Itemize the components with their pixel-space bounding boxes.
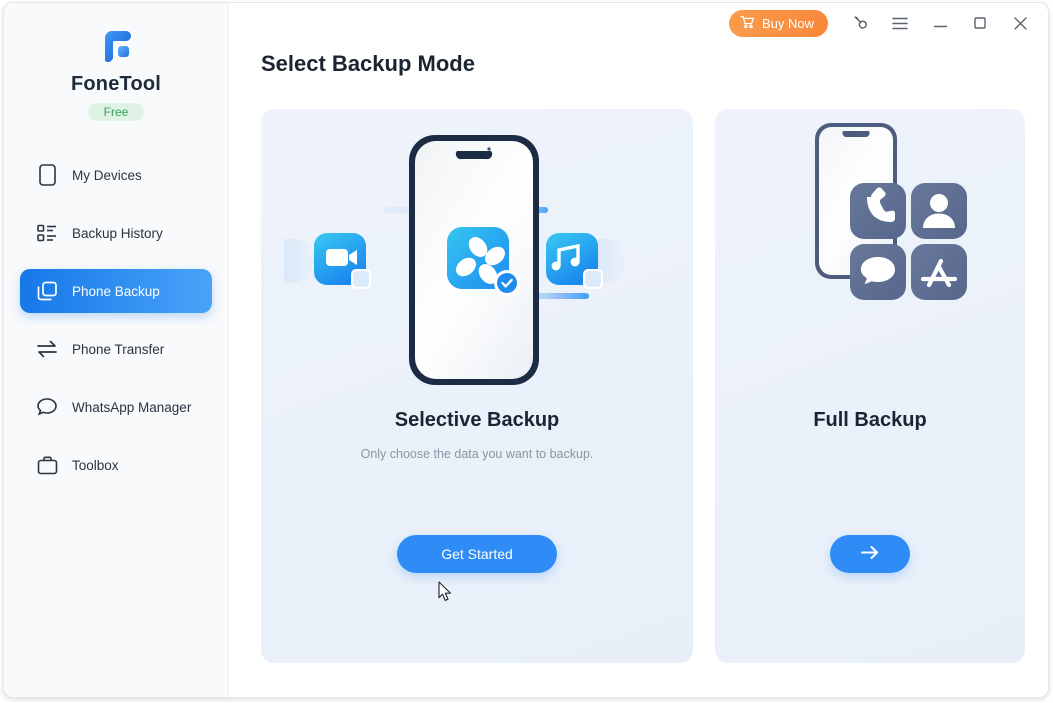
copy-stack-icon [32, 281, 62, 302]
selective-backup-card[interactable]: Selective Backup Only choose the data yo… [261, 109, 693, 663]
buy-now-label: Buy Now [762, 16, 814, 31]
main-content: Select Backup Mode [229, 43, 1049, 698]
backup-mode-cards: Selective Backup Only choose the data yo… [261, 109, 1036, 663]
brand-name: FoneTool [4, 73, 228, 96]
sidebar-item-label: Phone Backup [72, 284, 160, 299]
transfer-arrows-icon [32, 340, 62, 358]
arrow-right-icon [860, 545, 880, 563]
sidebar-item-phone-transfer[interactable]: Phone Transfer [20, 327, 212, 371]
key-icon[interactable] [842, 9, 878, 37]
card-title: Selective Backup [261, 409, 693, 432]
full-backup-card[interactable]: Full Backup [715, 109, 1025, 663]
fonetool-logo-icon [95, 25, 137, 67]
sidebar-nav: My Devices Backup History [4, 153, 228, 487]
buy-now-button[interactable]: Buy Now [729, 10, 828, 37]
edition-badge: Free [88, 103, 145, 121]
card-subtitle: Only choose the data you want to backup. [261, 447, 693, 461]
title-bar: Buy Now [229, 3, 1049, 43]
maximize-icon[interactable] [962, 9, 998, 37]
sidebar-item-label: Backup History [72, 226, 163, 241]
sidebar-item-label: Phone Transfer [72, 342, 164, 357]
card-title: Full Backup [715, 409, 1025, 432]
sidebar-item-label: My Devices [72, 168, 142, 183]
sidebar-item-whatsapp-manager[interactable]: WhatsApp Manager [20, 385, 212, 429]
list-history-icon [32, 224, 62, 242]
get-started-button[interactable]: Get Started [397, 535, 557, 573]
sidebar-item-toolbox[interactable]: Toolbox [20, 443, 212, 487]
sidebar-item-label: WhatsApp Manager [72, 400, 191, 415]
full-backup-next-button[interactable] [830, 535, 910, 573]
sidebar-item-label: Toolbox [72, 458, 119, 473]
sidebar-item-backup-history[interactable]: Backup History [20, 211, 212, 255]
sidebar: FoneTool Free My Devices [4, 3, 229, 698]
close-icon[interactable] [1002, 9, 1038, 37]
brand-block: FoneTool Free [4, 3, 228, 121]
shopping-cart-icon [740, 15, 755, 32]
phone-with-call-contacts-messages-appstore-icons [715, 109, 1025, 404]
sidebar-item-my-devices[interactable]: My Devices [20, 153, 212, 197]
chat-bubble-icon [32, 397, 62, 417]
device-phone-icon [32, 164, 62, 186]
minimize-icon[interactable] [922, 9, 958, 37]
hamburger-menu-icon[interactable] [882, 9, 918, 37]
phone-with-photo-video-music-icons [261, 109, 693, 404]
page-title: Select Backup Mode [261, 51, 475, 77]
briefcase-icon [32, 456, 62, 475]
app-window: FoneTool Free My Devices [3, 2, 1049, 698]
sidebar-item-phone-backup[interactable]: Phone Backup [20, 269, 212, 313]
